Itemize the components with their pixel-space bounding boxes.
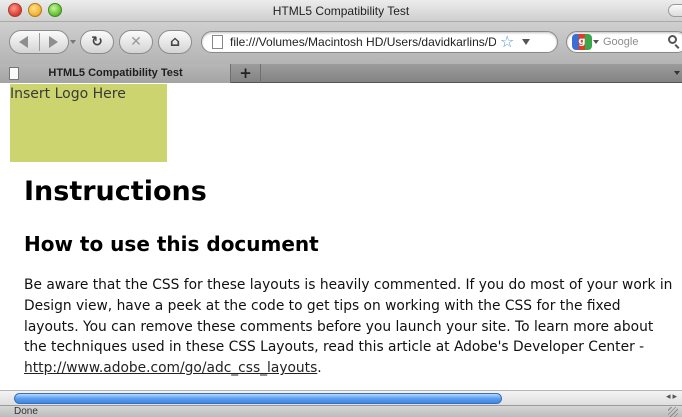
- page-viewport: Insert Logo Here Instructions How to use…: [0, 84, 682, 390]
- tab-html5-compatibility-test[interactable]: HTML5 Compatibility Test: [0, 64, 231, 83]
- back-forward-control: [9, 30, 69, 54]
- nav-divider: [39, 33, 40, 51]
- browser-toolbar: ↻ ✕ ⌂ file:///Volumes/Macintosh HD/Users…: [0, 22, 682, 64]
- address-dropdown-icon[interactable]: [522, 39, 530, 45]
- home-icon: ⌂: [169, 34, 181, 50]
- status-text: Done: [14, 406, 38, 417]
- status-bar: Done: [0, 405, 682, 417]
- bookmark-star-icon[interactable]: ☆: [500, 32, 514, 51]
- tab-bar: HTML5 Compatibility Test +: [0, 64, 682, 83]
- tab-overflow-icon[interactable]: [674, 71, 680, 75]
- adobe-css-layouts-link[interactable]: http://www.adobe.com/go/adc_css_layouts: [24, 360, 317, 376]
- stop-icon: ✕: [130, 34, 142, 50]
- search-icon[interactable]: [668, 35, 677, 44]
- logo-placeholder: Insert Logo Here: [10, 84, 167, 162]
- address-url[interactable]: file:///Volumes/Macintosh HD/Users/david…: [230, 35, 496, 49]
- page-title: Instructions: [24, 176, 207, 207]
- window-titlebar: HTML5 Compatibility Test: [0, 0, 682, 22]
- scrollbar-thumb[interactable]: [14, 393, 502, 404]
- new-tab-button[interactable]: +: [231, 64, 261, 83]
- scroll-arrows-icon[interactable]: ◂▸: [666, 392, 679, 402]
- address-bar[interactable]: file:///Volumes/Macintosh HD/Users/david…: [201, 31, 558, 53]
- search-bar[interactable]: g Google: [566, 31, 682, 53]
- tab-label: HTML5 Compatibility Test: [48, 67, 183, 79]
- paragraph-text: Be aware that the CSS for these layouts …: [24, 277, 673, 356]
- horizontal-scrollbar[interactable]: ◂▸: [0, 390, 682, 405]
- reload-button[interactable]: ↻: [80, 30, 114, 54]
- search-placeholder: Google: [603, 36, 639, 48]
- back-arrow-icon[interactable]: [19, 36, 28, 48]
- resize-grip-icon[interactable]: [668, 407, 678, 417]
- instructions-paragraph: Be aware that the CSS for these layouts …: [24, 275, 676, 379]
- toolbar-toggle-button[interactable]: [668, 4, 682, 17]
- stop-button[interactable]: ✕: [119, 30, 153, 54]
- section-heading: How to use this document: [24, 232, 319, 256]
- reload-icon: ↻: [91, 34, 103, 50]
- forward-arrow-icon[interactable]: [49, 36, 58, 48]
- window-title: HTML5 Compatibility Test: [272, 4, 410, 18]
- home-button[interactable]: ⌂: [158, 30, 192, 54]
- page-icon: [212, 35, 223, 49]
- engine-dropdown-icon[interactable]: [593, 40, 599, 44]
- google-icon[interactable]: g: [572, 34, 592, 50]
- history-caret-icon[interactable]: [70, 40, 76, 44]
- paragraph-end: .: [317, 360, 322, 377]
